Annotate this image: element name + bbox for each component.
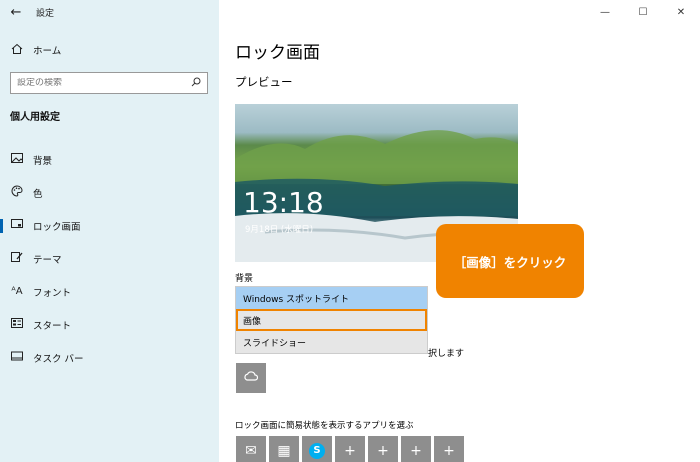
- search-input[interactable]: [17, 78, 177, 88]
- sidebar-item-label: テーマ: [33, 254, 62, 266]
- sidebar-item-taskbar[interactable]: タスク バー: [0, 341, 219, 374]
- option-windows-spotlight[interactable]: Windows スポットライト: [236, 287, 427, 309]
- taskbar-icon: [10, 351, 24, 364]
- preview-time: 13:18: [243, 186, 324, 219]
- add-app-button[interactable]: +: [368, 436, 398, 462]
- back-button[interactable]: ←: [0, 0, 32, 24]
- font-icon: ᴬA: [11, 286, 23, 297]
- maximize-button[interactable]: ☐: [624, 0, 662, 24]
- callout-text: ［画像］をクリック: [453, 254, 567, 270]
- home-link[interactable]: ホーム: [10, 40, 61, 60]
- minimize-button[interactable]: —: [586, 0, 624, 24]
- plus-icon: +: [377, 443, 389, 459]
- section-title: 個人用設定: [10, 112, 60, 123]
- close-icon: ✕: [676, 6, 686, 18]
- callout-pointer: [438, 282, 460, 296]
- home-label: ホーム: [33, 46, 62, 57]
- sidebar-item-font[interactable]: ᴬA フォント: [0, 275, 219, 308]
- skype-app-button[interactable]: S: [302, 436, 332, 462]
- weather-icon: [244, 370, 259, 386]
- background-dropdown-list[interactable]: Windows スポットライト 画像 スライドショー: [235, 286, 428, 354]
- calendar-app-button[interactable]: ▦: [269, 436, 299, 462]
- back-arrow-icon: ←: [10, 4, 22, 20]
- mail-icon: ✉: [245, 443, 257, 459]
- add-app-button[interactable]: +: [434, 436, 464, 462]
- skype-icon: S: [309, 443, 325, 459]
- start-icon: [10, 318, 24, 331]
- preview-label: プレビュー: [235, 75, 293, 89]
- option-picture[interactable]: 画像: [236, 309, 427, 331]
- settings-search[interactable]: [10, 72, 208, 94]
- sidebar-item-start[interactable]: スタート: [0, 308, 219, 341]
- maximize-icon: ☐: [638, 6, 648, 18]
- mail-app-button[interactable]: ✉: [236, 436, 266, 462]
- sidebar-item-label: 色: [33, 188, 43, 200]
- close-button[interactable]: ✕: [662, 0, 700, 24]
- sidebar: ← 設定 ホーム 個人用設定 背景: [0, 0, 219, 462]
- partial-description: 択します: [428, 349, 465, 359]
- option-slideshow[interactable]: スライドショー: [236, 331, 427, 353]
- sidebar-item-label: タスク バー: [33, 353, 84, 365]
- minimize-icon: —: [600, 6, 610, 18]
- preview-date: 9月18日 (水曜日): [245, 225, 314, 235]
- sidebar-item-label: 背景: [33, 155, 53, 167]
- picture-icon: [10, 153, 24, 166]
- search-icon[interactable]: [191, 77, 201, 90]
- plus-icon: +: [443, 443, 455, 459]
- page-title: ロック画面: [235, 43, 320, 63]
- sidebar-item-label: フォント: [33, 287, 72, 299]
- quick-status-label: ロック画面に簡易状態を表示するアプリを選ぶ: [235, 421, 414, 431]
- background-label: 背景: [235, 274, 254, 284]
- palette-icon: [10, 185, 24, 200]
- sidebar-item-theme[interactable]: テーマ: [0, 242, 219, 275]
- lock-screen-icon: [10, 219, 24, 232]
- calendar-icon: ▦: [277, 443, 291, 459]
- brush-icon: [10, 251, 24, 266]
- window-controls: — ☐ ✕: [586, 0, 700, 24]
- nav-list: 背景 色 ロック画面 テーマ ᴬA フォント スタート タスク バー: [0, 143, 219, 374]
- add-app-button[interactable]: +: [335, 436, 365, 462]
- settings-window: ← 設定 ホーム 個人用設定 背景: [0, 0, 700, 462]
- sidebar-item-color[interactable]: 色: [0, 176, 219, 209]
- plus-icon: +: [344, 443, 356, 459]
- add-app-button[interactable]: +: [401, 436, 431, 462]
- sidebar-item-lock-screen[interactable]: ロック画面: [0, 209, 219, 242]
- plus-icon: +: [410, 443, 422, 459]
- sidebar-item-background[interactable]: 背景: [0, 143, 219, 176]
- detailed-status-app-button[interactable]: [236, 363, 266, 393]
- home-icon: [10, 43, 24, 58]
- window-title: 設定: [36, 8, 55, 19]
- sidebar-item-label: スタート: [33, 320, 72, 332]
- sidebar-item-label: ロック画面: [33, 221, 81, 233]
- quick-status-apps: ✉ ▦ S + + + +: [236, 436, 464, 462]
- title-bar: ← 設定: [0, 0, 219, 24]
